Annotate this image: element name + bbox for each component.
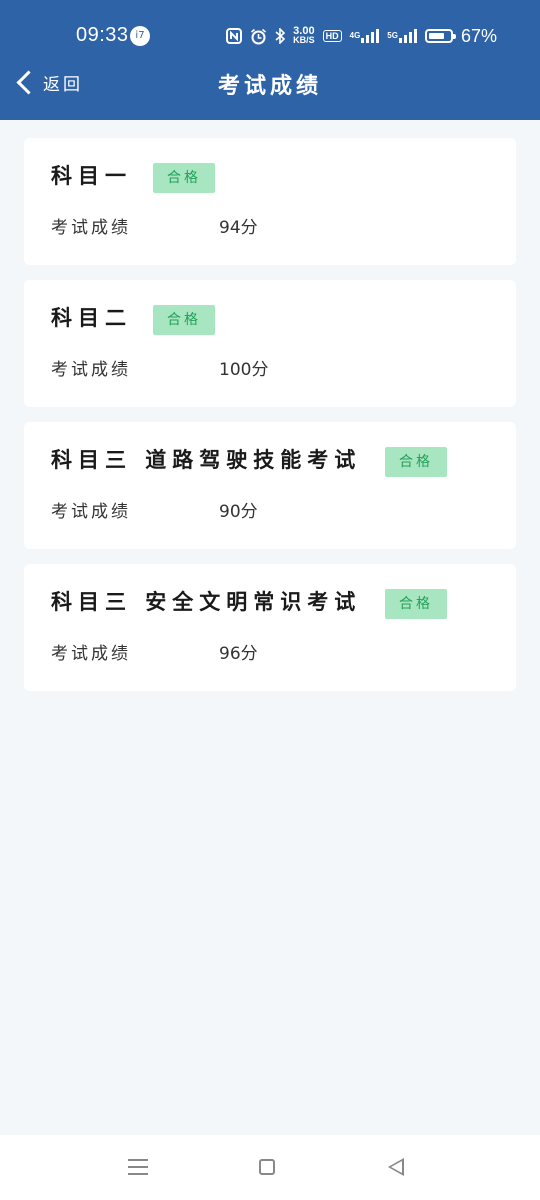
score-value: 100分: [219, 360, 269, 380]
bluetooth-icon: [275, 28, 286, 44]
nfc-icon: [226, 28, 243, 44]
score-label: 考试成绩: [51, 360, 131, 380]
score-label: 考试成绩: [51, 502, 131, 522]
menu-icon: [128, 1159, 148, 1175]
home-icon: [259, 1159, 275, 1175]
score-label: 考试成绩: [51, 644, 131, 664]
speed-unit: KB/S: [293, 35, 315, 45]
score-value: 90分: [219, 502, 258, 522]
pass-badge: 合格: [153, 305, 215, 335]
subject-title: 科目三 安全文明常识考试: [51, 590, 362, 614]
net-type-1: 4G: [349, 31, 361, 40]
pass-badge: 合格: [385, 447, 447, 477]
pass-badge: 合格: [385, 589, 447, 619]
subject-title: 科目一: [51, 164, 132, 188]
signal-bars-2: [398, 29, 417, 43]
signal-5g-icon: 5G: [387, 29, 417, 43]
home-button[interactable]: [252, 1157, 282, 1177]
net-type-2: 5G: [387, 31, 398, 40]
pass-badge: 合格: [153, 163, 215, 193]
status-icons: 3.00 KB/S HD 4G 5G 67%: [226, 24, 497, 48]
hd-icon: HD: [322, 30, 342, 42]
score-card: 科目三 道路驾驶技能考试 合格 考试成绩 90分: [24, 422, 516, 549]
battery-percent: 67%: [460, 25, 497, 46]
score-card: 科目二 合格 考试成绩 100分: [24, 280, 516, 407]
score-value: 94分: [219, 218, 258, 238]
back-icon: [388, 1158, 404, 1176]
page-title: 考试成绩: [217, 74, 322, 99]
score-card: 科目三 安全文明常识考试 合格 考试成绩 96分: [24, 564, 516, 691]
menu-button[interactable]: [123, 1157, 153, 1177]
network-speed: 3.00 KB/S: [293, 26, 315, 45]
status-time: 09:33: [76, 24, 129, 46]
notification-icon: i7: [130, 26, 150, 46]
alarm-icon: [250, 28, 267, 45]
score-card: 科目一 合格 考试成绩 94分: [24, 138, 516, 265]
score-label: 考试成绩: [51, 218, 131, 238]
nav-bar: 返回 考试成绩: [0, 60, 540, 112]
top-bar: 09:33 i7 3.00 KB/S HD 4G 5G 67% 返回 考试成绩: [0, 0, 540, 120]
system-back-button[interactable]: [381, 1157, 411, 1177]
signal-4g-icon: 4G: [350, 29, 380, 43]
subject-title: 科目三 道路驾驶技能考试: [51, 448, 362, 472]
subject-title: 科目二: [51, 306, 132, 330]
battery-icon: [424, 29, 456, 43]
score-list: 科目一 合格 考试成绩 94分 科目二 合格 考试成绩 100分 科目三 道路驾…: [24, 138, 516, 706]
system-nav-bar: [0, 1135, 540, 1200]
signal-bars-1: [361, 29, 380, 43]
score-value: 96分: [219, 644, 258, 664]
